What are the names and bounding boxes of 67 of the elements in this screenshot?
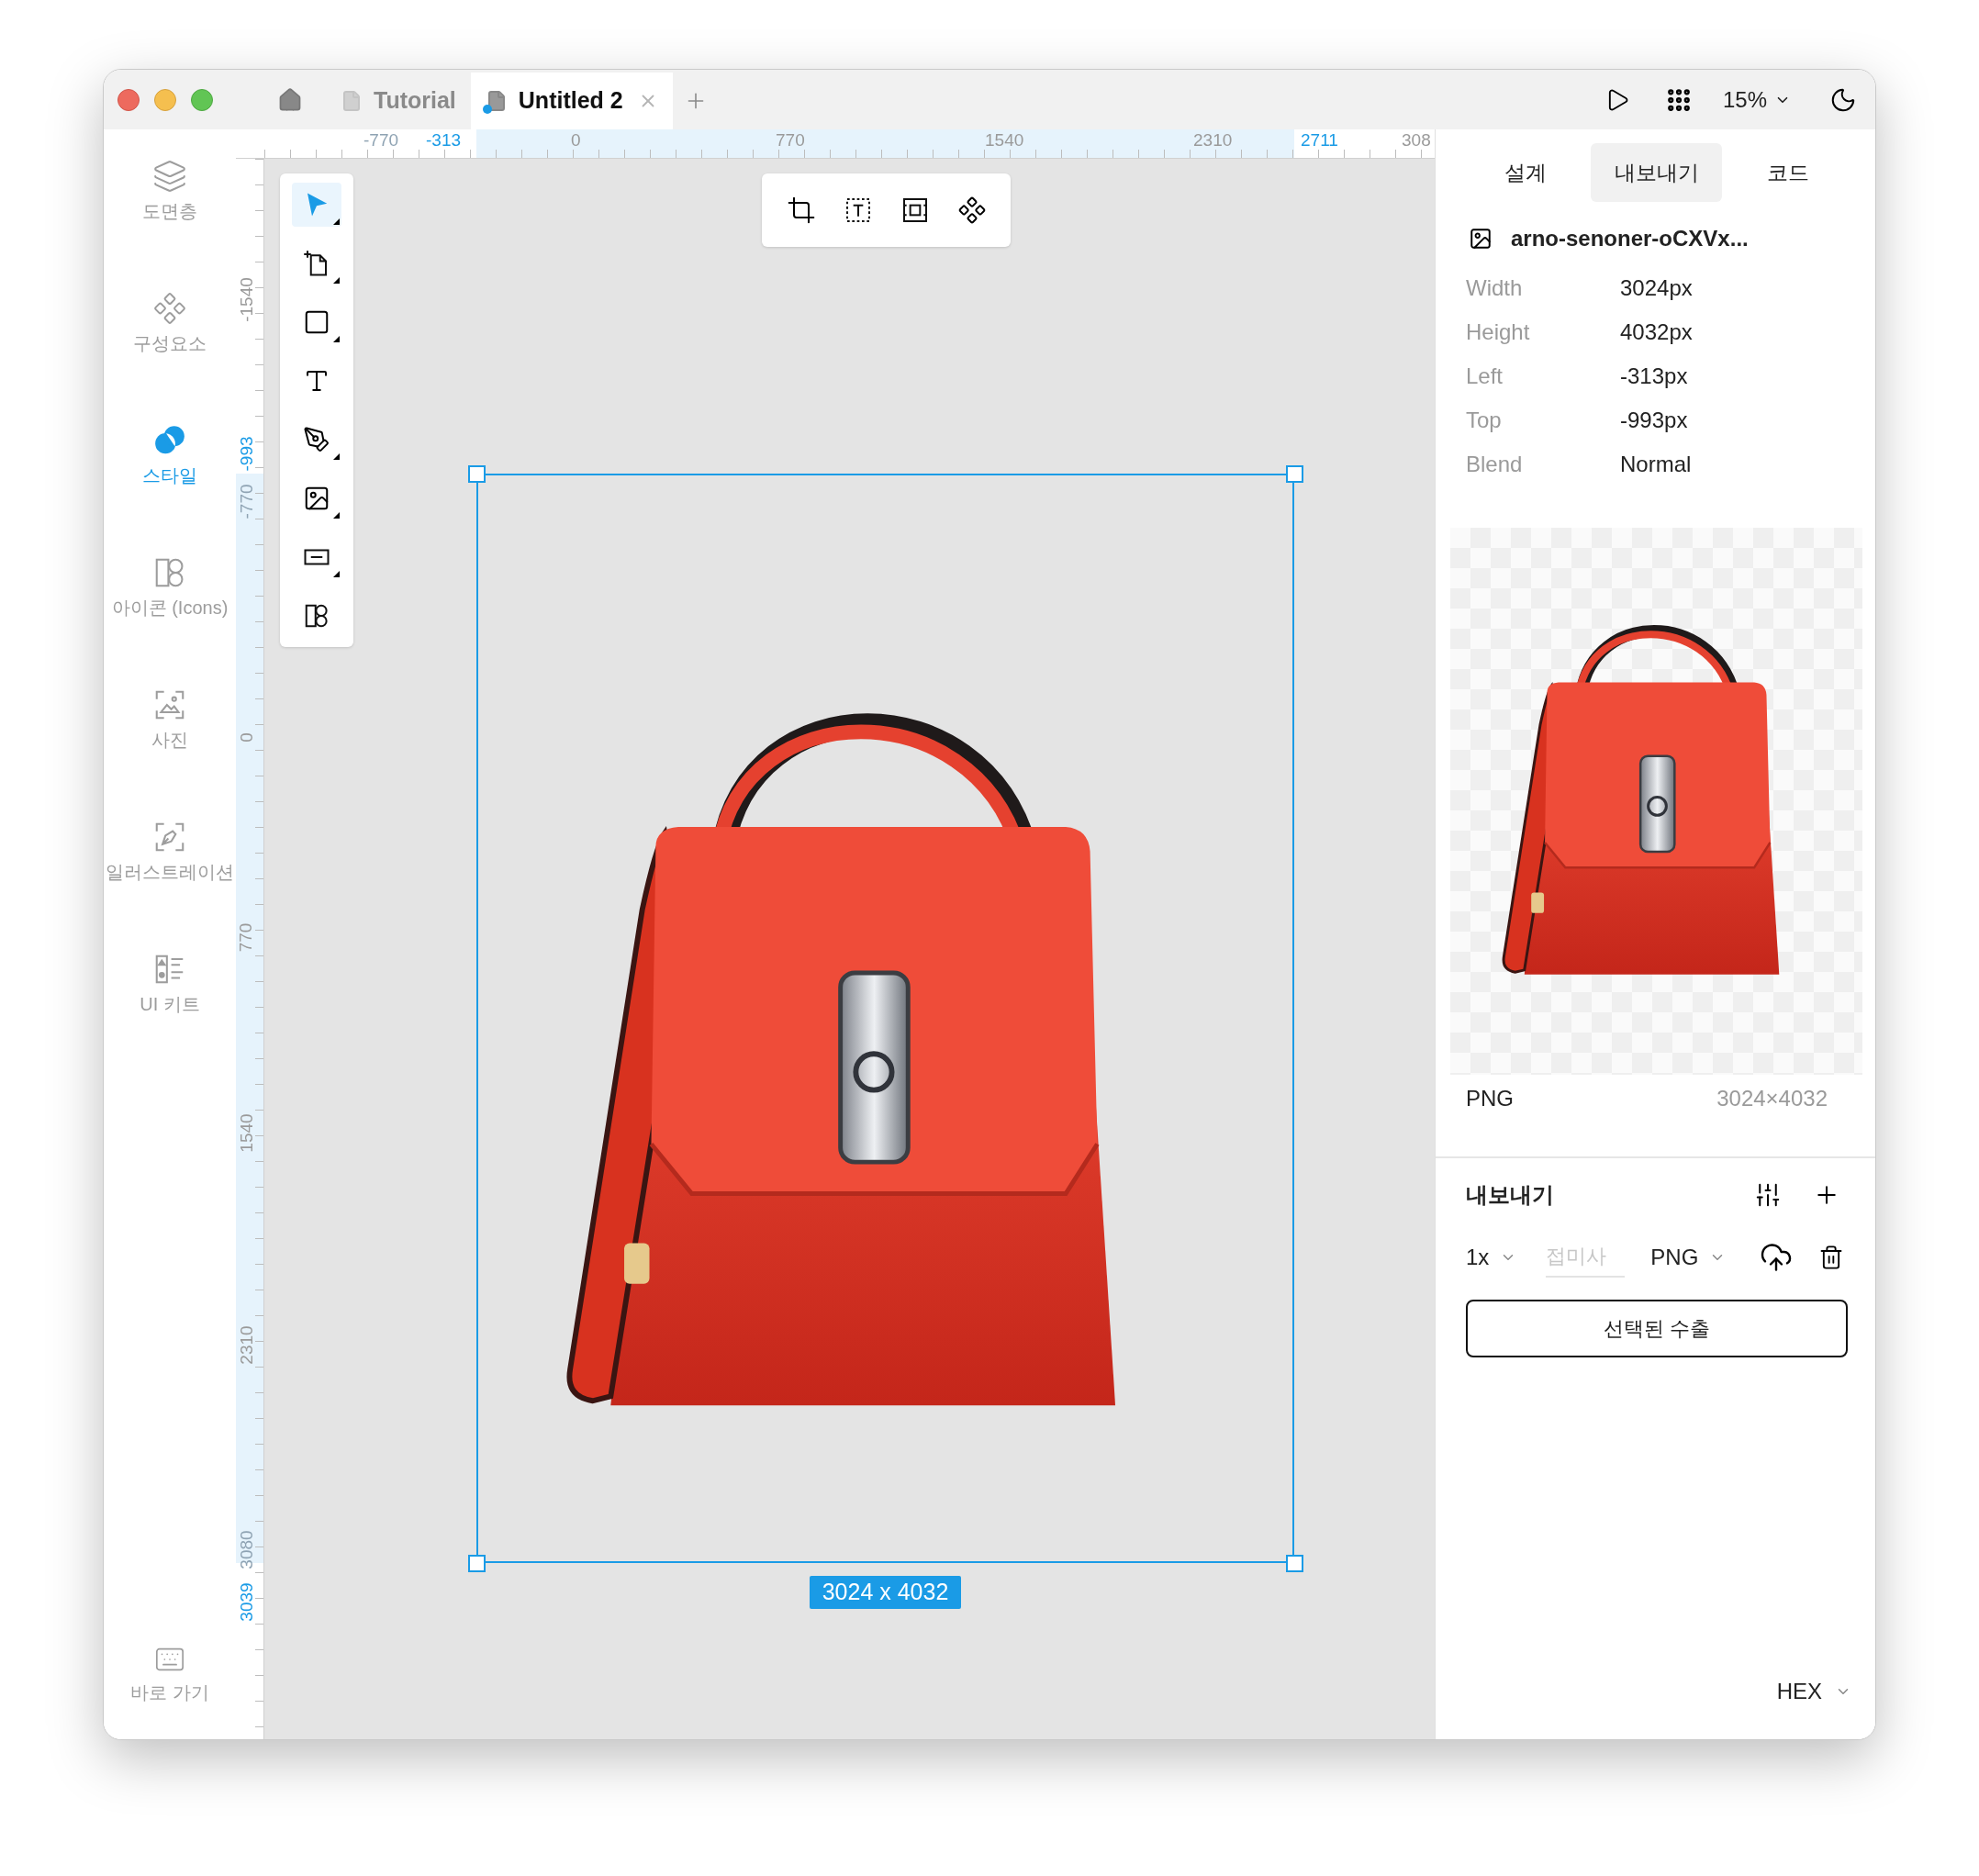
image-icon bbox=[303, 485, 330, 512]
ruler-label: 770 bbox=[237, 922, 255, 953]
component-icon bbox=[152, 291, 187, 326]
ruler-label: 1540 bbox=[985, 131, 1024, 149]
resize-handle[interactable] bbox=[468, 1555, 486, 1572]
close-window-button[interactable] bbox=[117, 88, 140, 111]
scale-dropdown[interactable]: 1x bbox=[1466, 1241, 1517, 1274]
submenu-corner-icon bbox=[333, 218, 340, 225]
selection-size-label: 3024 x 4032 bbox=[809, 1576, 962, 1609]
ruler-label: -1540 bbox=[237, 277, 255, 322]
component-icon[interactable] bbox=[956, 195, 987, 225]
ruler-label: 2310 bbox=[237, 1325, 255, 1365]
color-format-dropdown[interactable]: HEX bbox=[1776, 1675, 1851, 1708]
inspector-tab[interactable]: 내보내기 bbox=[1591, 143, 1722, 202]
preview-dimensions: 3024×4032 bbox=[1716, 1085, 1828, 1112]
property-value: -993px bbox=[1620, 406, 1688, 434]
ruler-label: 770 bbox=[776, 131, 805, 149]
resize-handle[interactable] bbox=[1286, 1555, 1303, 1572]
property-value: 4032px bbox=[1620, 318, 1693, 346]
submenu-corner-icon bbox=[333, 277, 340, 284]
ruler-label: -313 bbox=[426, 131, 462, 149]
property-label: Blend bbox=[1466, 450, 1524, 478]
document-tab[interactable]: Untitled 2 bbox=[470, 73, 673, 129]
ruler-label: 0 bbox=[571, 131, 581, 149]
submenu-corner-icon bbox=[333, 453, 340, 460]
ruler-label: -993 bbox=[237, 436, 255, 472]
image-icon bbox=[1469, 227, 1493, 251]
icon-set-icon bbox=[303, 602, 330, 630]
ruler-label: 3039 bbox=[237, 1582, 255, 1622]
ruler-label: -770 bbox=[237, 484, 255, 519]
property-label: Left bbox=[1466, 362, 1504, 390]
property-value: -313px bbox=[1620, 362, 1688, 390]
ruler-label: 2310 bbox=[1193, 131, 1233, 149]
inspector-tab[interactable]: 설계 bbox=[1459, 143, 1591, 202]
property-value: Normal bbox=[1620, 450, 1692, 478]
resize-handle[interactable] bbox=[1286, 465, 1303, 483]
ruler-label: 308 bbox=[1402, 131, 1431, 149]
format-dropdown[interactable]: PNG bbox=[1650, 1241, 1727, 1274]
delete-icon[interactable] bbox=[1818, 1245, 1844, 1270]
preview-format: PNG bbox=[1466, 1085, 1514, 1112]
suffix-field[interactable]: 접미사 bbox=[1546, 1237, 1626, 1278]
property-label: Width bbox=[1466, 274, 1524, 302]
ruler-label: 1540 bbox=[237, 1113, 255, 1153]
home-icon[interactable] bbox=[277, 86, 303, 113]
property-label: Height bbox=[1466, 318, 1531, 346]
property-label: Top bbox=[1466, 406, 1503, 434]
ruler-label: 2711 bbox=[1301, 131, 1338, 149]
layers-icon bbox=[152, 159, 187, 194]
pen-icon bbox=[303, 426, 330, 453]
ruler-label: 3080 bbox=[237, 1530, 255, 1569]
ruler-label: -770 bbox=[363, 131, 399, 149]
layer-name: arno-senoner-oCXVx... bbox=[1511, 225, 1749, 252]
export-title: 내보내기 bbox=[1466, 1181, 1554, 1209]
zoom-dropdown[interactable]: 15% bbox=[1722, 83, 1791, 117]
inspector-tab[interactable]: 코드 bbox=[1722, 143, 1853, 202]
crop-icon[interactable] bbox=[786, 195, 816, 225]
upload-icon[interactable] bbox=[1760, 1241, 1793, 1274]
document-icon bbox=[341, 90, 363, 112]
sliders-icon[interactable] bbox=[1754, 1181, 1782, 1209]
resize-handle[interactable] bbox=[468, 465, 486, 483]
export-selected-button[interactable]: 선택된 수출 bbox=[1466, 1300, 1848, 1357]
submenu-corner-icon bbox=[333, 512, 340, 519]
submenu-corner-icon bbox=[333, 336, 340, 342]
submenu-corner-icon bbox=[333, 571, 340, 577]
rectangle-icon bbox=[303, 308, 330, 336]
ruler-label: 0 bbox=[237, 732, 255, 743]
property-value: 3024px bbox=[1620, 274, 1693, 302]
